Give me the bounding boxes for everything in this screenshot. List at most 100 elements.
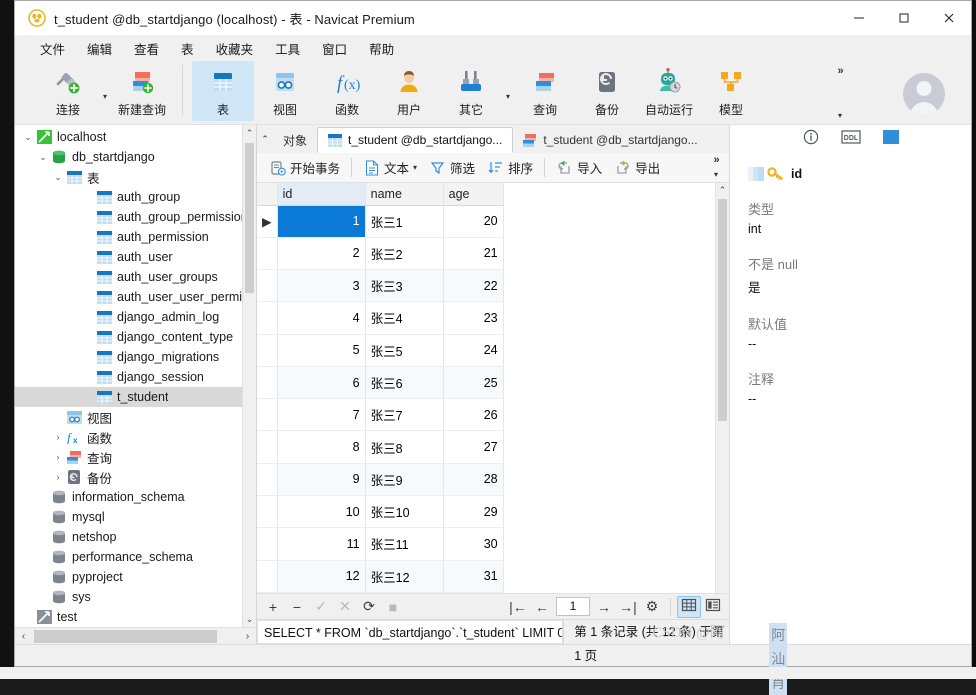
row-marker[interactable] xyxy=(257,366,278,400)
table-row[interactable]: 3 张三3 22 xyxy=(257,269,504,303)
minimize-button[interactable] xyxy=(836,1,881,35)
menu-table[interactable]: 表 xyxy=(170,36,205,61)
tree-item-auth_group[interactable]: auth_group xyxy=(15,187,256,207)
table-row[interactable]: 8 张三8 27 xyxy=(257,430,504,464)
tree-item-localhost[interactable]: ⌄ localhost xyxy=(15,127,256,147)
tree-item--[interactable]: › f x 函数 xyxy=(15,427,256,447)
cell-name[interactable]: 张三10 xyxy=(365,495,444,529)
apply-changes-button[interactable]: ✓ xyxy=(309,596,333,618)
row-marker[interactable] xyxy=(257,334,278,367)
first-page-button[interactable]: |← xyxy=(506,596,530,618)
page-number-input[interactable]: 1 xyxy=(556,597,590,616)
tree-item-django_admin_log[interactable]: django_admin_log xyxy=(15,307,256,327)
grid-body[interactable]: ▶ 1 张三1 20 2 张三2 21 3 张三3 22 4 张三4 23 5 张三5 24 6 张三6 25 7 张三… xyxy=(257,205,504,593)
tree-scroll-thumb[interactable] xyxy=(245,143,254,293)
cell-id[interactable]: 3 xyxy=(277,269,366,303)
tree-item-auth_group_permissions[interactable]: auth_group_permissions xyxy=(15,207,256,227)
tree-item-t_student[interactable]: t_student xyxy=(15,387,256,407)
text-dropdown-caret-icon[interactable]: ▾ xyxy=(413,163,417,172)
tree-item-information_schema[interactable]: information_schema xyxy=(15,487,256,507)
grid-scroll-up-arrow-icon[interactable]: ⌃ xyxy=(716,183,729,198)
data-grid[interactable]: id name age ▶ 1 张三1 20 2 张三2 21 3 张三3 22 4 张三4 23 5 张三5 2… xyxy=(257,183,504,593)
cell-age[interactable]: 23 xyxy=(443,301,504,335)
tree-item-db_startdjango[interactable]: ⌄ db_startdjango xyxy=(15,147,256,167)
tree-item-netshop[interactable]: netshop xyxy=(15,527,256,547)
cell-id[interactable]: 11 xyxy=(277,527,366,561)
add-record-button[interactable]: + xyxy=(261,596,285,618)
toolbar-table[interactable]: 表 xyxy=(192,61,254,121)
tab-table-data[interactable]: t_student @db_startdjango... xyxy=(317,127,514,153)
table-row[interactable]: 7 张三7 26 xyxy=(257,398,504,432)
toolbar-model[interactable]: 模型 xyxy=(700,61,762,121)
cell-name[interactable]: 张三4 xyxy=(365,301,444,335)
table-row[interactable]: 11 张三11 30 xyxy=(257,527,504,561)
grid-scroll-thumb[interactable] xyxy=(718,199,727,421)
refresh-button[interactable]: ⟳ xyxy=(357,596,381,618)
table-row[interactable]: 9 张三9 28 xyxy=(257,463,504,497)
toolbar-automation[interactable]: 自动运行 xyxy=(638,61,700,121)
grid-view-button[interactable] xyxy=(677,595,701,618)
delete-record-button[interactable]: − xyxy=(285,596,309,618)
cell-id[interactable]: 6 xyxy=(277,366,366,400)
chevron-right-icon[interactable]: › xyxy=(51,472,65,482)
cell-id[interactable]: 9 xyxy=(277,463,366,497)
tree-item--[interactable]: 视图 xyxy=(15,407,256,427)
cell-name[interactable]: 张三1 xyxy=(365,205,444,238)
tree-item-auth_permission[interactable]: auth_permission xyxy=(15,227,256,247)
text-button[interactable]: 文本 ▾ xyxy=(357,156,423,180)
cell-id[interactable]: 4 xyxy=(277,301,366,335)
cell-id[interactable]: 1 xyxy=(277,205,366,238)
table-row[interactable]: 6 张三6 25 xyxy=(257,366,504,400)
cell-age[interactable]: 29 xyxy=(443,495,504,529)
table-row[interactable]: 4 张三4 23 xyxy=(257,301,504,335)
tree-scroll-left-arrow-icon[interactable]: ‹ xyxy=(15,631,32,642)
row-marker[interactable]: ▶ xyxy=(257,205,278,238)
cell-age[interactable]: 30 xyxy=(443,527,504,561)
chevron-down-icon[interactable]: ⌄ xyxy=(36,152,50,163)
sort-button[interactable]: 排序 xyxy=(481,156,539,180)
cancel-changes-button[interactable]: ✕ xyxy=(333,596,357,618)
table-row[interactable]: 12 张三12 31 xyxy=(257,560,504,593)
cell-id[interactable]: 5 xyxy=(277,334,366,367)
tab-query-editor[interactable]: t_student @db_startdjango... xyxy=(513,127,708,153)
cell-name[interactable]: 张三8 xyxy=(365,430,444,464)
begin-transaction-button[interactable]: 开始事务 xyxy=(263,156,346,180)
tree-item-sys[interactable]: sys xyxy=(15,587,256,607)
form-view-button[interactable] xyxy=(701,596,725,618)
next-page-button[interactable]: → xyxy=(592,596,616,618)
tree-item--[interactable]: › 查询 xyxy=(15,447,256,467)
filter-button[interactable]: 筛选 xyxy=(423,156,481,180)
table-row[interactable]: ▶ 1 张三1 20 xyxy=(257,205,504,238)
cell-age[interactable]: 31 xyxy=(443,560,504,593)
cell-id[interactable]: 12 xyxy=(277,560,366,593)
maximize-button[interactable] xyxy=(881,1,926,35)
info-tab-fields[interactable] xyxy=(880,130,902,148)
grid-column-header-id[interactable]: id xyxy=(277,183,366,206)
row-marker[interactable] xyxy=(257,463,278,497)
info-tab-ddl[interactable]: DDL xyxy=(840,130,862,148)
chevron-down-icon[interactable]: ⌄ xyxy=(51,172,65,183)
row-marker[interactable] xyxy=(257,398,278,432)
cell-name[interactable]: 张三7 xyxy=(365,398,444,432)
tree-item-performance_schema[interactable]: performance_schema xyxy=(15,547,256,567)
grid-column-header-age[interactable]: age xyxy=(443,183,504,206)
avatar[interactable] xyxy=(903,73,945,115)
import-button[interactable]: 导入 xyxy=(550,156,608,180)
row-marker[interactable] xyxy=(257,430,278,464)
menu-view[interactable]: 查看 xyxy=(123,36,170,61)
menu-favorites[interactable]: 收藏夹 xyxy=(205,36,265,61)
grid-vertical-scrollbar[interactable]: ⌃ xyxy=(715,183,729,593)
menu-edit[interactable]: 编辑 xyxy=(76,36,123,61)
menu-window[interactable]: 窗口 xyxy=(311,36,358,61)
tree-vertical-scrollbar[interactable]: ⌃ ⌄ xyxy=(242,125,256,627)
stop-button[interactable]: ■ xyxy=(381,596,405,618)
tree-item-auth_user[interactable]: auth_user xyxy=(15,247,256,267)
cell-name[interactable]: 张三9 xyxy=(365,463,444,497)
row-marker[interactable] xyxy=(257,560,278,593)
tree-item-django_content_type[interactable]: django_content_type xyxy=(15,327,256,347)
tree-item-test[interactable]: test xyxy=(15,607,256,627)
tree-item-auth_user_user_permissio[interactable]: auth_user_user_permissio xyxy=(15,287,256,307)
chevron-right-icon[interactable]: › xyxy=(51,432,65,442)
close-button[interactable] xyxy=(926,1,971,35)
previous-page-button[interactable]: ← xyxy=(530,596,554,618)
